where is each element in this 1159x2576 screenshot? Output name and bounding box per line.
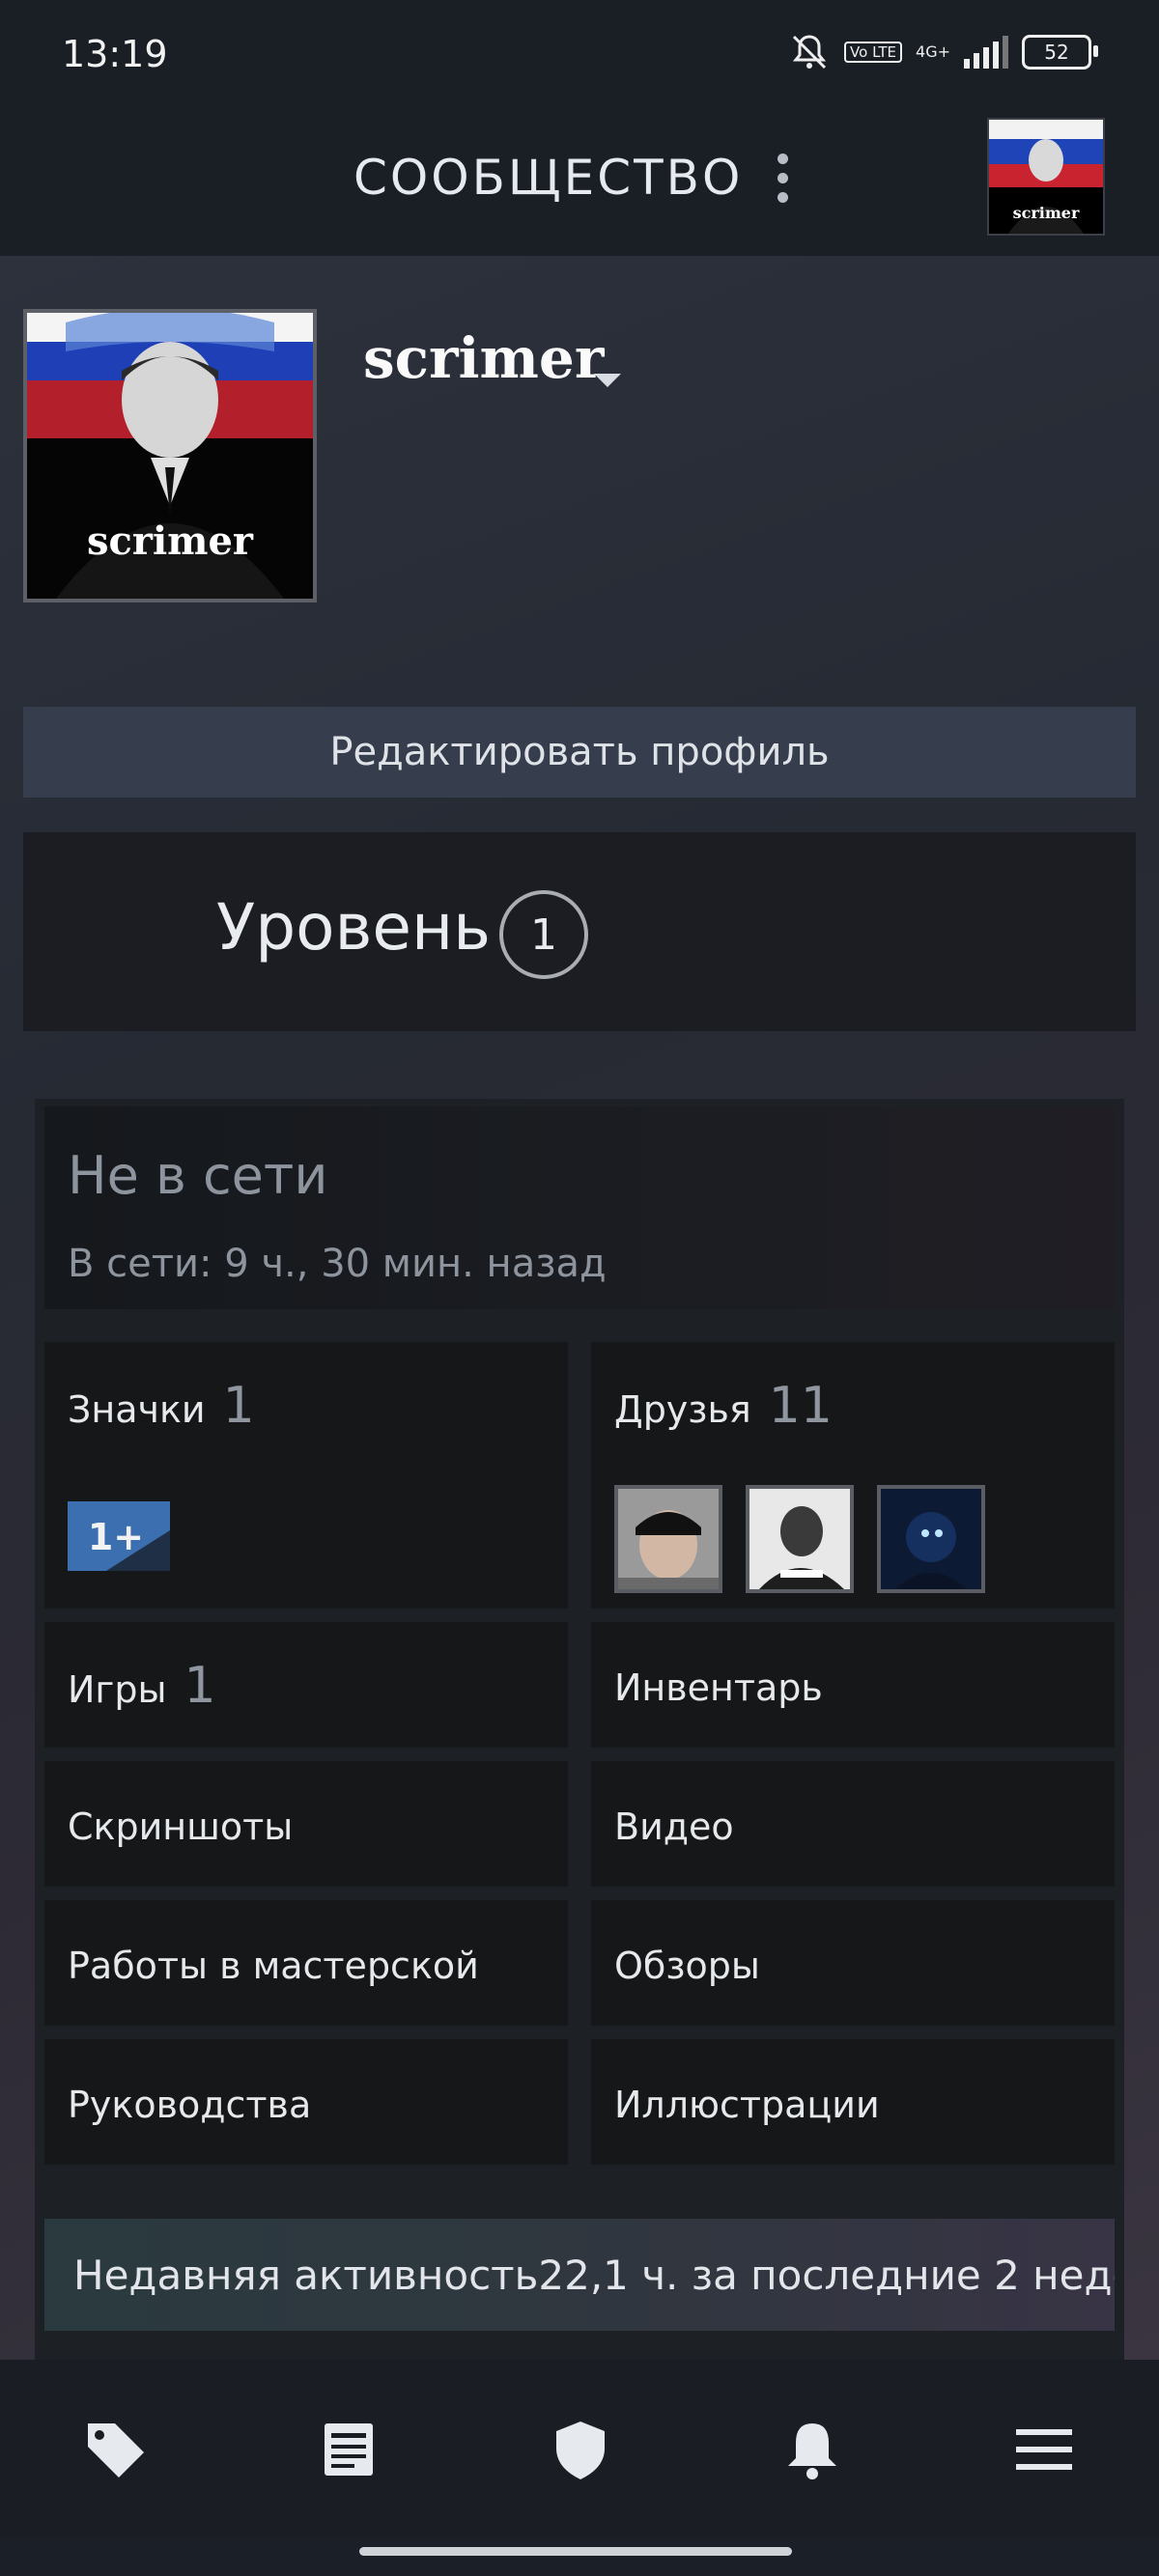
workshop-label: Работы в мастерской xyxy=(68,1945,479,1987)
level-badge: 1 xyxy=(499,890,588,979)
shield-icon[interactable] xyxy=(547,2416,614,2483)
battery-level: 52 xyxy=(1044,41,1069,64)
tile-games[interactable]: Игры 1 xyxy=(44,1622,568,1748)
friends-label-text: Друзья xyxy=(614,1388,751,1431)
last-online: В сети: 9 ч., 30 мин. назад xyxy=(68,1242,607,1286)
tile-video[interactable]: Видео xyxy=(591,1761,1115,1887)
badge-text: 1+ xyxy=(88,1516,144,1558)
header-avatar[interactable]: scrimer xyxy=(987,118,1105,236)
tile-guides[interactable]: Руководства xyxy=(44,2039,568,2165)
tile-workshop[interactable]: Работы в мастерской xyxy=(44,1900,568,2026)
tile-reviews[interactable]: Обзоры xyxy=(591,1900,1115,2026)
status-time: 13:19 xyxy=(62,33,168,75)
tile-badges-label: Значки 1 xyxy=(68,1377,255,1435)
tile-badges[interactable]: Значки 1 1+ xyxy=(44,1342,568,1609)
tile-inventory[interactable]: Инвентарь xyxy=(591,1622,1115,1748)
tile-friends[interactable]: Друзья 11 xyxy=(591,1342,1115,1609)
menu-icon[interactable] xyxy=(1010,2416,1078,2483)
status-icons: Vo LTE 4G+ 52 xyxy=(788,31,1098,73)
recent-activity-header[interactable]: Недавняя активность22,1 ч. за последние … xyxy=(44,2219,1115,2331)
edit-profile-button[interactable]: Редактировать профиль xyxy=(23,707,1136,798)
more-options-icon[interactable] xyxy=(773,154,792,211)
games-count: 1 xyxy=(184,1657,216,1715)
guides-label: Руководства xyxy=(68,2084,312,2126)
bell-icon[interactable] xyxy=(778,2416,846,2483)
friends-count: 11 xyxy=(768,1377,833,1435)
mute-bell-icon xyxy=(792,35,827,70)
tile-artwork[interactable]: Иллюстрации xyxy=(591,2039,1115,2165)
page-title: СООБЩЕСТВО xyxy=(353,150,744,206)
battery-indicator: 52 xyxy=(1022,35,1098,70)
tile-games-label: Игры 1 xyxy=(68,1657,216,1715)
app-header: СООБЩЕСТВО xyxy=(0,111,1159,256)
tile-friends-label: Друзья 11 xyxy=(614,1377,833,1435)
inventory-label: Инвентарь xyxy=(614,1666,823,1709)
badges-label-text: Значки xyxy=(68,1388,206,1431)
artwork-label: Иллюстрации xyxy=(614,2084,880,2126)
level-panel: Уровень 1 xyxy=(23,832,1136,1031)
home-indicator[interactable] xyxy=(359,2547,792,2556)
tile-screenshots[interactable]: Скриншоты xyxy=(44,1761,568,1887)
status-bar: 13:19 Vo LTE 4G+ 52 xyxy=(0,0,1159,111)
profile-content: scrimer scrimer Редактировать профиль Ур… xyxy=(0,256,1159,2441)
badges-count: 1 xyxy=(222,1377,255,1435)
username[interactable]: scrimer xyxy=(363,325,604,391)
news-icon[interactable] xyxy=(315,2416,382,2483)
friend-avatar-image xyxy=(749,1489,850,1589)
games-label-text: Игры xyxy=(68,1668,167,1711)
level-label: Уровень xyxy=(216,890,492,965)
avatar-image: scrimer xyxy=(989,120,1103,234)
reviews-label: Обзоры xyxy=(614,1945,760,1987)
profile-avatar[interactable]: scrimer xyxy=(23,309,317,602)
video-label: Видео xyxy=(614,1806,734,1848)
avatar-caption: scrimer xyxy=(1013,204,1080,222)
friend-avatar[interactable] xyxy=(877,1485,985,1593)
friend-avatar-image xyxy=(618,1489,719,1589)
level-value: 1 xyxy=(530,910,557,960)
online-status: Не в сети xyxy=(68,1145,328,1206)
chevron-down-icon[interactable] xyxy=(594,374,621,387)
screenshots-label: Скриншоты xyxy=(68,1806,294,1848)
friend-avatar[interactable] xyxy=(614,1485,722,1593)
volte-indicator: Vo LTE xyxy=(844,42,903,63)
recent-activity-text: Недавняя активность22,1 ч. за последние … xyxy=(73,2252,1115,2299)
friend-avatar[interactable] xyxy=(746,1485,854,1593)
network-type: 4G+ xyxy=(916,42,950,61)
online-status-panel: Не в сети В сети: 9 ч., 30 мин. назад xyxy=(44,1106,1115,1309)
signal-bars-icon xyxy=(964,36,1008,69)
profile-avatar-image: scrimer xyxy=(27,313,313,599)
tag-icon[interactable] xyxy=(82,2416,150,2483)
badge-graphic: 1+ xyxy=(88,1516,170,1571)
level-badge-icon[interactable]: 1+ xyxy=(68,1501,170,1571)
profile-avatar-caption: scrimer xyxy=(87,518,254,564)
bottom-nav xyxy=(0,2360,1159,2538)
friend-avatar-image xyxy=(881,1489,981,1589)
